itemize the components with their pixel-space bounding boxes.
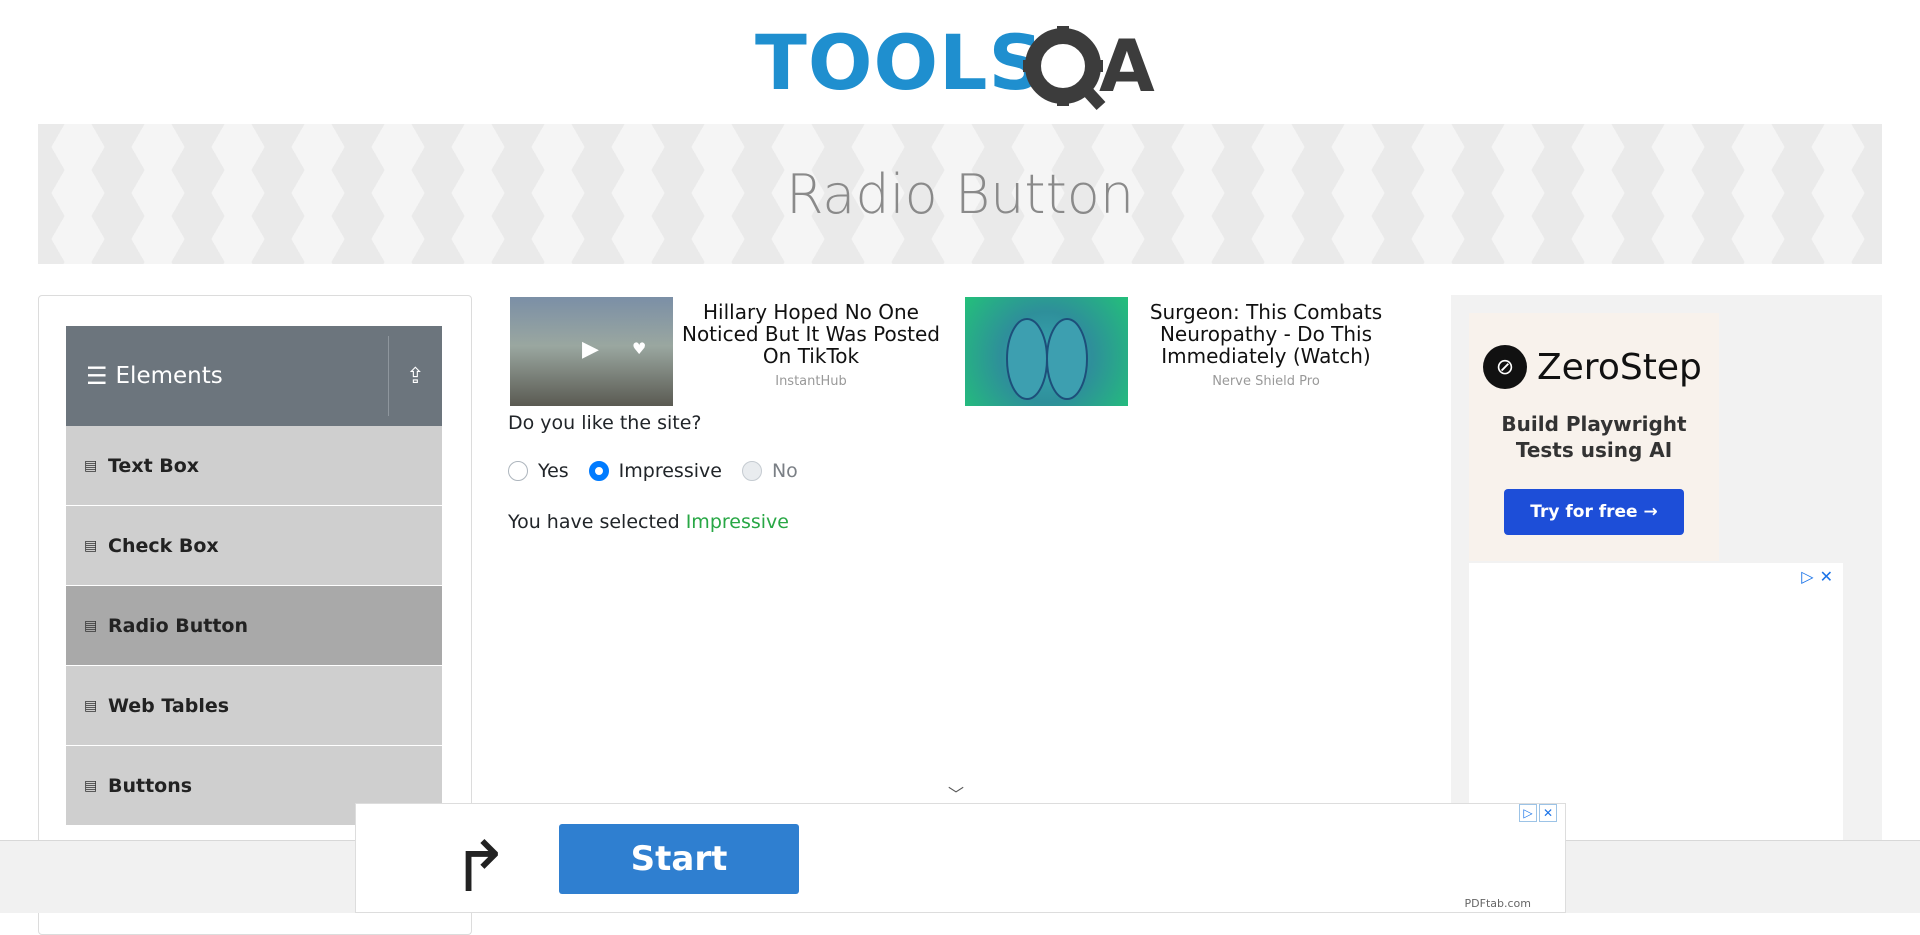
close-icon[interactable]: ✕ (1539, 804, 1557, 822)
html5-icon: ▤ (84, 617, 98, 634)
radio-impressive[interactable]: Impressive (588, 460, 722, 482)
ad-controls: ▷ ✕ (1519, 804, 1557, 822)
sidebar-item-radio-button[interactable]: ▤ Radio Button (66, 586, 442, 666)
radio-yes-label[interactable]: Yes (538, 460, 569, 482)
sidebar-menu: ▤ Text Box ▤ Check Box ▤ Radio Button ▤ … (66, 426, 442, 826)
sidebar-item-check-box[interactable]: ▤ Check Box (66, 506, 442, 586)
result-text: You have selected Impressive (508, 511, 789, 533)
radio-no: No (741, 460, 798, 482)
ad-image[interactable] (965, 297, 1128, 406)
ad-title[interactable]: Hillary Hoped No One Noticed But It Was … (675, 301, 947, 367)
result-prefix: You have selected (508, 511, 680, 533)
hamburger-icon: ☰ (86, 362, 108, 390)
toolsqa-logo[interactable]: TOOLS A (755, 12, 1165, 112)
radio-yes-input[interactable] (508, 461, 528, 481)
result-value: Impressive (685, 511, 789, 533)
ad-title[interactable]: Surgeon: This Combats Neuropathy - Do Th… (1130, 301, 1402, 367)
try-for-free-button[interactable]: Try for free → (1504, 489, 1684, 535)
heart-icon: ♥ (632, 339, 647, 358)
zerostep-ad[interactable]: ⊘ ZeroStep Build Playwright Tests using … (1469, 313, 1719, 561)
sidebar-item-text-box[interactable]: ▤ Text Box (66, 426, 442, 506)
adchoices-icon[interactable]: ▷ (1519, 804, 1537, 822)
adchoices-icon[interactable]: ▷ (1801, 567, 1813, 586)
radio-impressive-label[interactable]: Impressive (619, 460, 722, 482)
logo-text: TOOLS (755, 18, 1045, 107)
close-icon[interactable]: ✕ (1820, 567, 1833, 586)
feet-icon (1006, 318, 1088, 400)
sidebar-item-label: Web Tables (108, 694, 230, 717)
html5-icon: ▤ (84, 777, 98, 794)
radio-no-input (741, 461, 762, 481)
logo-letter-a: A (1099, 24, 1155, 108)
html5-icon: ▤ (84, 457, 98, 474)
ad-source: InstantHub (775, 374, 847, 389)
group-title: Elements (115, 363, 223, 389)
ad-image[interactable]: ▶ ♥ (510, 297, 673, 406)
question-label: Do you like the site? (508, 412, 702, 434)
html5-icon: ▤ (84, 537, 98, 554)
bottom-ad[interactable]: ▷ ✕ ↱ Start PDFtab.com (355, 803, 1566, 913)
page-banner: Radio Button (38, 124, 1882, 264)
radio-no-label: No (771, 460, 798, 482)
right-ad[interactable]: ⊘ ZeroStep Build Playwright Tests using … (1451, 295, 1882, 840)
header: TOOLS A (0, 0, 1920, 124)
ad-source: Nerve Shield Pro (1212, 374, 1320, 389)
zerostep-logo-icon: ⊘ (1483, 345, 1527, 389)
sidebar-item-label: Text Box (108, 454, 200, 477)
radio-group: Yes Impressive No (508, 460, 798, 482)
upload-icon[interactable]: ⇪ (389, 364, 442, 389)
arrow-icon: ↱ (451, 826, 510, 908)
sidebar-item-label: Radio Button (108, 614, 248, 637)
sidebar-item-web-tables[interactable]: ▤ Web Tables (66, 666, 442, 746)
start-button[interactable]: Start (559, 824, 799, 894)
brand-name: ZeroStep (1537, 346, 1702, 388)
sidebar-item-label: Buttons (108, 774, 193, 797)
radio-yes[interactable]: Yes (508, 460, 569, 482)
play-icon: ▶ (582, 337, 599, 362)
html5-icon: ▤ (84, 697, 98, 714)
ad-slot: ▷ ✕ (1469, 563, 1843, 840)
group-header-elements[interactable]: ☰ Elements ⇪ (66, 326, 442, 426)
page-title: Radio Button (785, 162, 1135, 226)
radio-impressive-input[interactable] (588, 461, 609, 481)
sidebar-item-label: Check Box (108, 534, 219, 557)
zerostep-brand: ⊘ ZeroStep (1483, 345, 1702, 389)
chevron-down-icon[interactable]: ﹀ (948, 781, 964, 805)
ad-source: PDFtab.com (1464, 897, 1531, 910)
gear-icon (1023, 26, 1106, 111)
ad-tagline: Build Playwright Tests using AI (1501, 412, 1687, 462)
ad-controls: ▷ ✕ (1801, 567, 1833, 586)
